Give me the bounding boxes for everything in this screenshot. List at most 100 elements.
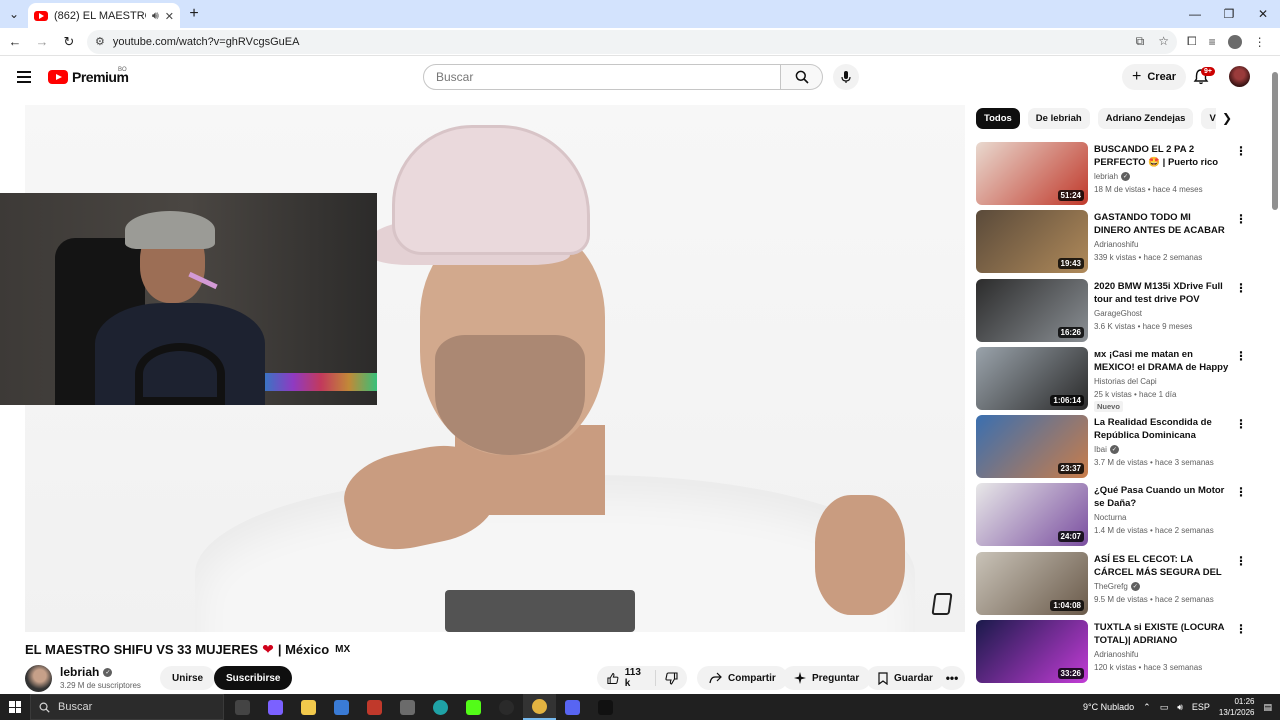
recommendation-item[interactable]: 23:37 La Realidad Escondida de República …: [976, 415, 1248, 483]
taskbar-app-kick[interactable]: [457, 694, 490, 720]
start-button[interactable]: [0, 694, 30, 720]
more-vertical-icon[interactable]: ⋮: [1235, 212, 1247, 226]
like-button[interactable]: 113 k: [597, 667, 656, 689]
taskbar-app-copilot[interactable]: [259, 694, 292, 720]
reload-button[interactable]: ↻: [57, 34, 81, 50]
subscribe-button[interactable]: Suscribirse: [214, 666, 293, 690]
video-thumbnail[interactable]: 1:06:14: [976, 346, 1088, 410]
taskbar-app-epic-games[interactable]: [589, 694, 622, 720]
search-input[interactable]: [423, 64, 781, 90]
more-vertical-icon[interactable]: ⋮: [1235, 485, 1247, 499]
join-button[interactable]: Unirse: [160, 666, 216, 690]
profile-avatar[interactable]: [1227, 34, 1242, 49]
recommendation-item[interactable]: 16:26 2020 BMW M135i XDrive Full tour and…: [976, 278, 1248, 347]
video-thumbnail[interactable]: 19:43: [976, 210, 1088, 274]
recommendation-title[interactable]: La Realidad Escondida de República Domin…: [1094, 416, 1230, 442]
site-info-icon[interactable]: ⚙︎: [95, 35, 105, 48]
taskbar-app-microsoft-store[interactable]: [325, 694, 358, 720]
more-actions-button[interactable]: •••: [939, 666, 965, 690]
video-thumbnail[interactable]: 23:37: [976, 415, 1088, 479]
weather-widget[interactable]: 9°C Nublado: [1083, 702, 1134, 712]
video-thumbnail[interactable]: 24:07: [976, 483, 1088, 547]
chip-todos[interactable]: Todos: [976, 108, 1020, 129]
dislike-button[interactable]: [656, 671, 687, 685]
language-indicator[interactable]: ESP: [1192, 702, 1210, 712]
more-vertical-icon[interactable]: ⋮: [1235, 349, 1247, 363]
tab-search-menu-icon[interactable]: ⌄: [0, 0, 28, 28]
recommendation-channel[interactable]: TheGrefg ✓: [1094, 581, 1140, 591]
reading-list-icon[interactable]: ≡: [1209, 35, 1216, 49]
close-tab-icon[interactable]: ✕: [165, 10, 174, 23]
more-vertical-icon[interactable]: ⋮: [1235, 144, 1247, 158]
save-button[interactable]: Guardar: [866, 666, 945, 690]
recommendation-item[interactable]: 24:07 ¿Qué Pasa Cuando un Motor se Daña? N…: [976, 483, 1248, 551]
recommendation-item[interactable]: 19:43 GASTANDO TODO MI DINERO ANTES DE AC…: [976, 210, 1248, 278]
taskbar-app-app-red[interactable]: [358, 694, 391, 720]
video-thumbnail[interactable]: 16:26: [976, 278, 1088, 342]
back-button[interactable]: ←: [3, 34, 27, 49]
taskbar-app-chrome[interactable]: [523, 694, 556, 720]
taskbar-app-file-explorer[interactable]: [292, 694, 325, 720]
recommendation-channel[interactable]: Historias del Capi: [1094, 377, 1157, 386]
hamburger-menu-icon[interactable]: [17, 71, 31, 83]
chip-de-lebriah[interactable]: De lebriah: [1027, 108, 1090, 129]
youtube-premium-logo[interactable]: Premium: [48, 69, 129, 85]
more-vertical-icon[interactable]: ⋮: [1235, 554, 1247, 568]
more-vertical-icon[interactable]: ⋮: [1235, 281, 1247, 295]
network-icon[interactable]: ▭: [1160, 702, 1169, 713]
recommendation-title[interactable]: ᴍx ¡Casi me matan en MEXICO! el DRAMA de…: [1094, 348, 1230, 374]
chip-adriano-zendejas[interactable]: Adriano Zendejas: [1097, 108, 1194, 129]
more-vertical-icon[interactable]: ⋮: [1235, 622, 1247, 636]
more-vertical-icon[interactable]: ⋮: [1235, 417, 1247, 431]
recommendation-channel[interactable]: Adrianoshifu: [1094, 650, 1138, 659]
create-button[interactable]: + Crear: [1122, 64, 1187, 90]
taskbar-search-box[interactable]: Buscar: [30, 694, 224, 720]
recommendation-channel[interactable]: Nocturna: [1094, 513, 1126, 522]
voice-search-button[interactable]: [833, 64, 859, 90]
taskbar-app-edge[interactable]: [424, 694, 457, 720]
account-avatar[interactable]: [1229, 66, 1250, 87]
recommendation-channel[interactable]: GarageGhost: [1094, 309, 1142, 318]
bookmark-star-icon[interactable]: ☆: [1158, 34, 1169, 49]
new-tab-button[interactable]: +: [180, 5, 208, 23]
recommendation-title[interactable]: GASTANDO TODO MI DINERO ANTES DE ACABAR …: [1094, 211, 1230, 237]
chrome-menu-icon[interactable]: ⋮: [1254, 35, 1266, 49]
speaker-icon[interactable]: 🔊︎: [152, 10, 159, 23]
recommendation-title[interactable]: 2020 BMW M135i XDrive Full tour and test…: [1094, 280, 1230, 306]
minimize-button[interactable]: —: [1178, 7, 1212, 21]
video-thumbnail[interactable]: 1:04:08: [976, 551, 1088, 615]
taskbar-app-discord[interactable]: [556, 694, 589, 720]
video-thumbnail[interactable]: 33:26: [976, 620, 1088, 684]
recommendation-item[interactable]: 1:06:14 ᴍx ¡Casi me matan en MEXICO! el D…: [976, 346, 1248, 415]
volume-icon[interactable]: 🔊︎: [1177, 702, 1183, 713]
taskbar-app-task-view[interactable]: [226, 694, 259, 720]
install-app-icon[interactable]: ⧉: [1136, 34, 1145, 49]
recommendation-item[interactable]: 51:24 BUSCANDO EL 2 PA 2 PERFECTO 🤩 | Pue…: [976, 142, 1248, 210]
ask-button[interactable]: Preguntar: [782, 666, 872, 690]
recommendation-title[interactable]: BUSCANDO EL 2 PA 2 PERFECTO 🤩 | Puerto r…: [1094, 143, 1230, 169]
recommendation-title[interactable]: ASÍ ES EL CECOT: LA CÁRCEL MÁS SEGURA DE…: [1094, 553, 1230, 579]
taskbar-app-mail[interactable]: [391, 694, 424, 720]
scrollbar-thumb[interactable]: [1272, 72, 1278, 210]
browser-tab-active[interactable]: (862) EL MAESTRO SHIFU V 🔊︎ ✕: [28, 3, 180, 29]
share-button[interactable]: Compartir: [697, 666, 788, 690]
recommendation-channel[interactable]: lebriah ✓: [1094, 172, 1131, 181]
clock[interactable]: 01:26 13/1/2026: [1219, 696, 1255, 718]
recommendation-channel[interactable]: Adrianoshifu: [1094, 240, 1138, 249]
recommendation-channel[interactable]: Ibai ✓: [1094, 445, 1119, 455]
chip-videos[interactable]: Vide: [1201, 108, 1216, 129]
video-thumbnail[interactable]: 51:24: [976, 142, 1088, 205]
close-window-button[interactable]: ✕: [1246, 7, 1280, 21]
recommendation-title[interactable]: ¿Qué Pasa Cuando un Motor se Daña?: [1094, 484, 1230, 510]
notifications-center-icon[interactable]: ▤: [1263, 702, 1272, 713]
recommendation-item[interactable]: 33:26 TUXTLA si EXISTE (LOCURA TOTAL)| AD…: [976, 620, 1248, 688]
search-button[interactable]: [781, 64, 823, 90]
chevron-right-icon[interactable]: ❯: [1222, 111, 1232, 125]
recommendation-item[interactable]: 1:04:08 ASÍ ES EL CECOT: LA CÁRCEL MÁS SE…: [976, 551, 1248, 620]
address-bar[interactable]: ⚙︎ youtube.com/watch?v=ghRVcgsGuEA ⧉ ☆: [87, 29, 1177, 54]
channel-name-link[interactable]: lebriah ✓: [60, 665, 113, 679]
forward-button[interactable]: →: [30, 34, 54, 49]
channel-avatar[interactable]: [25, 665, 52, 692]
page-scrollbar[interactable]: [1271, 70, 1278, 690]
show-hidden-icons-icon[interactable]: ⌃: [1143, 702, 1151, 713]
